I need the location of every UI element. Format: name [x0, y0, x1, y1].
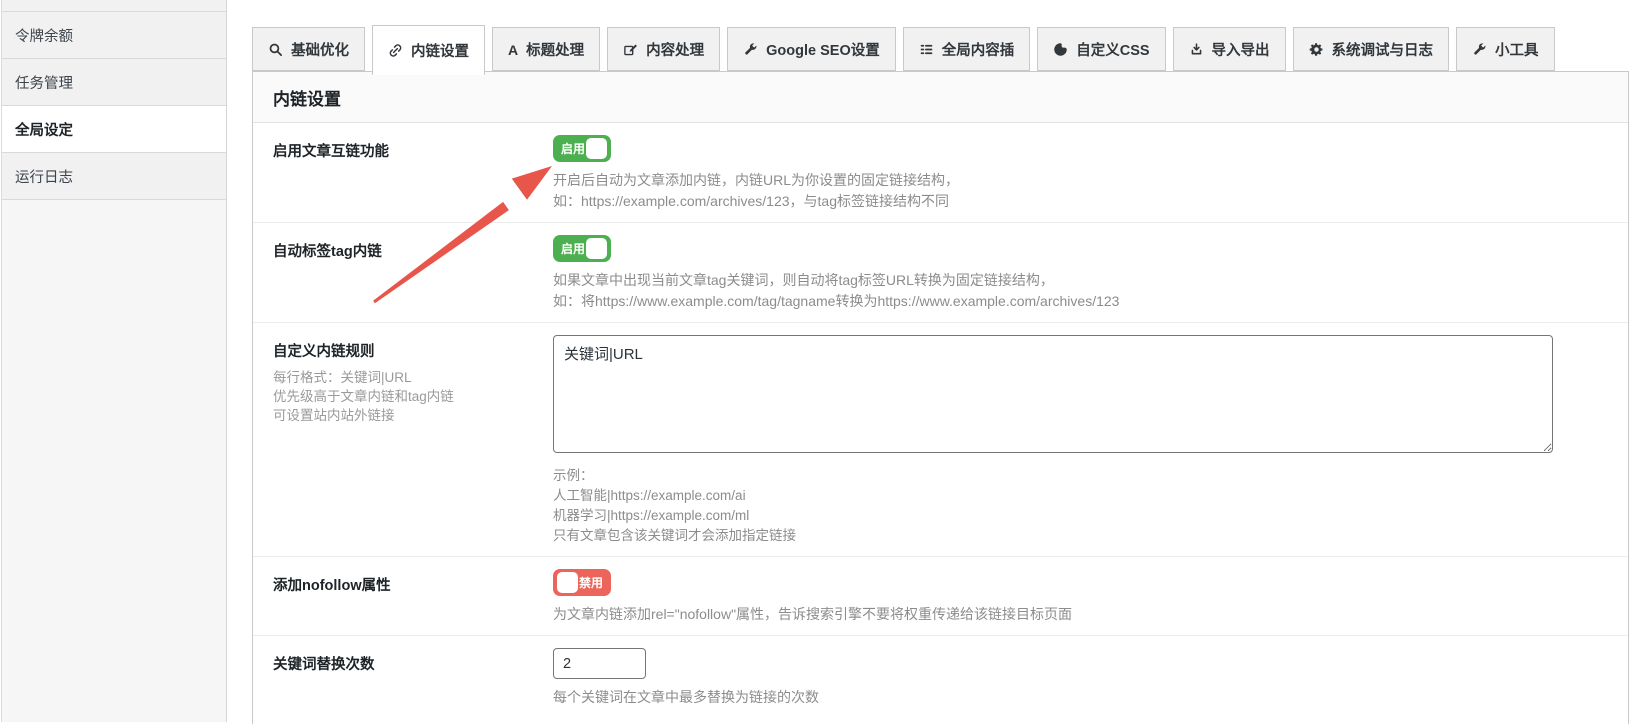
paint-icon [1053, 42, 1068, 57]
field-help: 每行格式：关键词|URL 优先级高于文章内链和tag内链 可设置站内站外链接 [273, 368, 553, 425]
example-line: 人工智能|https://example.com/ai [553, 486, 1608, 506]
search-icon [268, 42, 283, 57]
nofollow-toggle[interactable]: 禁用 [553, 569, 611, 596]
field-label: 自动标签tag内链 [273, 240, 553, 261]
toggle-knob [557, 572, 578, 593]
tab-label: 标题处理 [526, 39, 584, 60]
sidebar-item-global-settings[interactable]: 全局设定 [2, 106, 226, 153]
sidebar: 令牌余额 任务管理 全局设定 运行日志 [1, 0, 227, 722]
sidebar-stub-item [2, 0, 226, 12]
tab-internal-links[interactable]: 内链设置 [372, 25, 485, 75]
row-control-cell: 每个关键词在文章中最多替换为链接的次数 [553, 648, 1608, 708]
tab-content-processing[interactable]: 内容处理 [607, 27, 720, 71]
tab-basic-optimization[interactable]: 基础优化 [252, 27, 365, 71]
tab-label: 自定义CSS [1076, 39, 1149, 60]
field-label: 启用文章互链功能 [273, 140, 553, 161]
row-label-cell: 添加nofollow属性 [273, 569, 553, 625]
replace-count-input[interactable] [553, 648, 646, 679]
row-label-cell: 启用文章互链功能 [273, 135, 553, 212]
tab-custom-css[interactable]: 自定义CSS [1037, 27, 1165, 71]
help-line: 优先级高于文章内链和tag内链 [273, 387, 553, 406]
row-control-cell: 启用 如果文章中出现当前文章tag关键词，则自动将tag标签URL转换为固定链接… [553, 235, 1608, 312]
tab-label: 导入导出 [1212, 39, 1270, 60]
toggle-knob [586, 138, 607, 159]
page-title: 内链设置 [253, 72, 1628, 123]
tab-label: Google SEO设置 [766, 39, 880, 60]
tab-import-export[interactable]: 导入导出 [1173, 27, 1286, 71]
gear-icon [1309, 42, 1324, 57]
letter-a-icon: A [508, 42, 518, 57]
settings-panel: 内链设置 启用文章互链功能 启用 开启后自动为文章添加内链，内链URL为你设置的… [252, 71, 1629, 724]
description-line: 如：将https://www.example.com/tag/tagname转换… [553, 291, 1608, 312]
toggle-state-label: 禁用 [579, 574, 603, 591]
row-control-cell: 启用 开启后自动为文章添加内链，内链URL为你设置的固定链接结构， 如：http… [553, 135, 1608, 212]
tab-title-processing[interactable]: A 标题处理 [492, 27, 600, 71]
row-auto-tag-links: 自动标签tag内链 启用 如果文章中出现当前文章tag关键词，则自动将tag标签… [253, 223, 1628, 323]
example-line: 示例： [553, 466, 1608, 486]
row-label-cell: 自定义内链规则 每行格式：关键词|URL 优先级高于文章内链和tag内链 可设置… [273, 335, 553, 546]
sidebar-empty-area [2, 200, 226, 720]
import-export-icon [1189, 42, 1204, 57]
wrench-icon [743, 42, 758, 57]
tab-label: 全局内容插 [942, 39, 1015, 60]
screen: 令牌余额 任务管理 全局设定 运行日志 基础优化 内链设置 A 标题处理 内容 [0, 0, 1646, 724]
tab-label: 系统调试与日志 [1332, 39, 1434, 60]
help-line: 每行格式：关键词|URL [273, 368, 553, 387]
tab-label: 内容处理 [646, 39, 704, 60]
row-control-cell: 示例： 人工智能|https://example.com/ai 机器学习|htt… [553, 335, 1608, 546]
row-custom-link-rules: 自定义内链规则 每行格式：关键词|URL 优先级高于文章内链和tag内链 可设置… [253, 323, 1628, 557]
edit-icon [623, 42, 638, 57]
link-icon [388, 43, 403, 58]
tab-label: 小工具 [1495, 39, 1539, 60]
auto-tag-toggle[interactable]: 启用 [553, 235, 611, 262]
description-line: 如果文章中出现当前文章tag关键词，则自动将tag标签URL转换为固定链接结构， [553, 270, 1608, 291]
tab-system-debug-logs[interactable]: 系统调试与日志 [1293, 27, 1450, 71]
toggle-state-label: 启用 [561, 240, 585, 257]
description-line: 开启后自动为文章添加内链，内链URL为你设置的固定链接结构， [553, 170, 1608, 191]
field-examples: 示例： 人工智能|https://example.com/ai 机器学习|htt… [553, 466, 1608, 546]
wrench-icon [1472, 42, 1487, 57]
example-line: 机器学习|https://example.com/ml [553, 506, 1608, 526]
field-label: 添加nofollow属性 [273, 574, 553, 595]
row-label-cell: 关键词替换次数 [273, 648, 553, 708]
tab-global-content-insert[interactable]: 全局内容插 [903, 27, 1031, 71]
sidebar-item-token-balance[interactable]: 令牌余额 [2, 12, 226, 59]
description-line: 为文章内链添加rel="nofollow"属性，告诉搜索引擎不要将权重传递给该链… [553, 604, 1608, 625]
field-description: 开启后自动为文章添加内链，内链URL为你设置的固定链接结构， 如：https:/… [553, 170, 1608, 212]
row-keyword-replace-count: 关键词替换次数 每个关键词在文章中最多替换为链接的次数 [253, 636, 1628, 718]
custom-rules-textarea[interactable] [553, 335, 1553, 453]
field-description: 每个关键词在文章中最多替换为链接的次数 [553, 687, 1608, 708]
toggle-knob [586, 238, 607, 259]
description-line: 每个关键词在文章中最多替换为链接的次数 [553, 687, 1608, 708]
sidebar-item-run-logs[interactable]: 运行日志 [2, 153, 226, 200]
tab-widgets[interactable]: 小工具 [1456, 27, 1555, 71]
tab-google-seo[interactable]: Google SEO设置 [727, 27, 896, 71]
field-label: 关键词替换次数 [273, 653, 553, 674]
enable-interlink-toggle[interactable]: 启用 [553, 135, 611, 162]
toggle-state-label: 启用 [561, 140, 585, 157]
sidebar-item-task-management[interactable]: 任务管理 [2, 59, 226, 106]
row-label-cell: 自动标签tag内链 [273, 235, 553, 312]
row-enable-interlink: 启用文章互链功能 启用 开启后自动为文章添加内链，内链URL为你设置的固定链接结… [253, 123, 1628, 223]
list-icon [919, 42, 934, 57]
help-line: 可设置站内站外链接 [273, 406, 553, 425]
field-description: 为文章内链添加rel="nofollow"属性，告诉搜索引擎不要将权重传递给该链… [553, 604, 1608, 625]
settings-tabs: 基础优化 内链设置 A 标题处理 内容处理 Google SEO设置 [252, 25, 1555, 71]
row-control-cell: 禁用 为文章内链添加rel="nofollow"属性，告诉搜索引擎不要将权重传递… [553, 569, 1608, 625]
row-nofollow: 添加nofollow属性 禁用 为文章内链添加rel="nofollow"属性，… [253, 557, 1628, 636]
field-label: 自定义内链规则 [273, 340, 553, 361]
field-description: 如果文章中出现当前文章tag关键词，则自动将tag标签URL转换为固定链接结构，… [553, 270, 1608, 312]
tab-label: 基础优化 [291, 39, 349, 60]
example-line: 只有文章包含该关键词才会添加指定链接 [553, 526, 1608, 546]
description-line: 如：https://example.com/archives/123，与tag标… [553, 191, 1608, 212]
tab-label: 内链设置 [411, 40, 469, 61]
